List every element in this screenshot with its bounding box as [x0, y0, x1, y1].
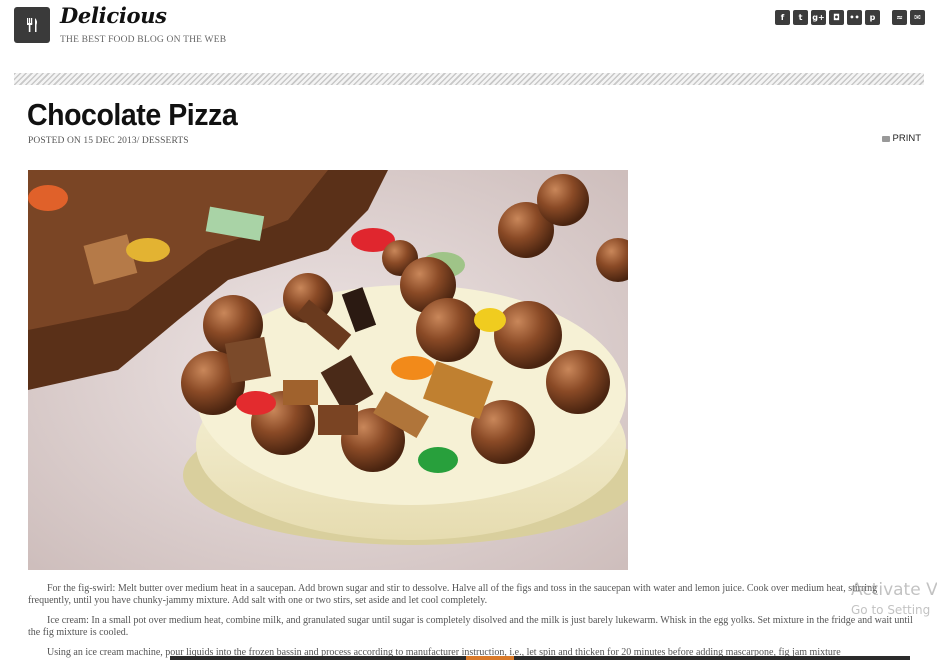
print-label: PRINT — [892, 133, 922, 144]
mail-icon[interactable]: ✉ — [910, 10, 925, 25]
watermark-line2: Go to Setting — [851, 603, 931, 617]
flickr-icon[interactable]: •• — [847, 10, 862, 25]
instagram-icon[interactable]: ◘ — [829, 10, 844, 25]
printer-icon — [881, 135, 890, 142]
site-title[interactable]: Delicious — [60, 3, 167, 28]
site-tagline: THE BEST FOOD BLOG ON THE WEB — [60, 35, 227, 45]
facebook-icon[interactable]: f — [775, 10, 790, 25]
horizontal-scrollbar[interactable] — [170, 656, 910, 660]
scrollbar-thumb[interactable] — [466, 656, 514, 660]
post-content: For the fig-swirl: Melt butter over medi… — [28, 583, 914, 660]
print-button[interactable]: PRINT — [881, 133, 922, 144]
header-divider — [14, 73, 924, 85]
rss-icon[interactable]: ≈ — [892, 10, 907, 25]
fork-knife-icon — [27, 18, 37, 32]
social-spacer — [883, 10, 889, 25]
pinterest-icon[interactable]: p — [865, 10, 880, 25]
site-logo[interactable] — [14, 7, 50, 43]
post-image — [28, 170, 628, 570]
activation-watermark: Activate V Go to Setting — [851, 580, 937, 617]
post-title: Chocolate Pizza — [27, 97, 238, 132]
social-links: f t g+ ◘ •• p ≈ ✉ — [775, 10, 925, 25]
paragraph: For the fig-swirl: Melt butter over medi… — [28, 583, 878, 606]
paragraph: Ice cream: In a small pot over medium he… — [28, 615, 913, 638]
watermark-line1: Activate V — [851, 580, 937, 600]
google-plus-icon[interactable]: g+ — [811, 10, 826, 25]
post-meta: POSTED ON 15 DEC 2013/ DESSERTS — [28, 136, 189, 146]
twitter-icon[interactable]: t — [793, 10, 808, 25]
